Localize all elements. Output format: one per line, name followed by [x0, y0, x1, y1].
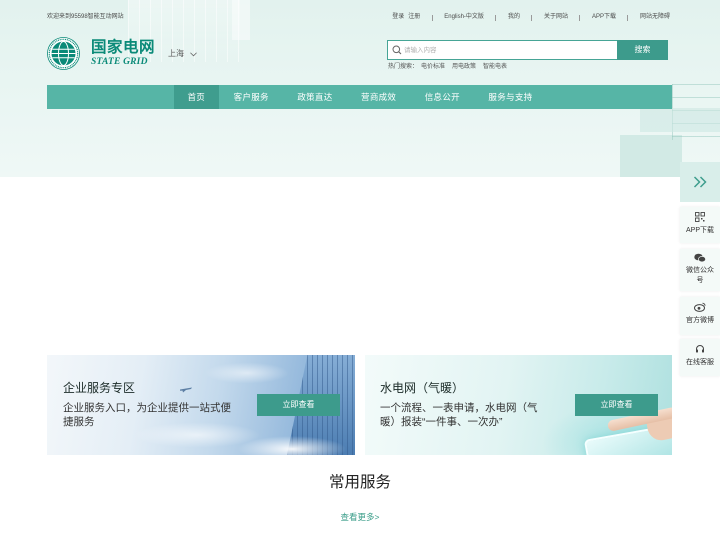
card-title: 企业服务专区: [63, 381, 136, 395]
welcome-text: 欢迎来到95598智能互动网站: [47, 14, 124, 20]
utility-connection-card[interactable]: 水电网（气暖） 一个流程、一表申请，水电网（气暖）报装“一件事、一次办” 立即查…: [365, 355, 672, 455]
about-site-link[interactable]: 关于网站: [544, 13, 568, 22]
side-item-label: APP下载: [685, 227, 714, 234]
qr-code-icon: [695, 212, 705, 222]
register-link[interactable]: 注册: [408, 13, 420, 22]
background-block-illustration: [640, 108, 720, 132]
hot-search-item[interactable]: 用电政策: [452, 63, 476, 71]
accessibility-link[interactable]: 网站无障碍: [640, 13, 670, 22]
city-label: 上海: [168, 49, 184, 58]
side-item-app-download[interactable]: APP下载: [680, 207, 720, 243]
double-chevron-right-icon: [693, 176, 707, 188]
card-description: 一个流程、一表申请，水电网（气暖）报装“一件事、一次办”: [380, 402, 538, 428]
airplane-icon: [180, 387, 192, 393]
search-icon: [392, 45, 402, 55]
wechat-icon: [694, 253, 706, 263]
nav-item-information-disclosure[interactable]: 信息公开: [411, 85, 473, 109]
nav-item-policy[interactable]: 政策直达: [284, 85, 346, 109]
search-input[interactable]: [404, 41, 609, 59]
card-title: 水电网（气暖）: [380, 381, 465, 395]
divider: [531, 14, 533, 21]
search-button[interactable]: 搜索: [617, 40, 668, 60]
nav-item-customer-service[interactable]: 客户服务: [220, 85, 282, 109]
top-links: 登录 注册 English-中文版 我的 关于网站 APP下载 网站无障碍: [392, 13, 670, 22]
logo-chinese-name: 国家电网: [91, 39, 156, 56]
my-account-link[interactable]: 我的: [508, 13, 520, 22]
top-bar: 欢迎来到95598智能互动网站 登录 注册 English-中文版 我的 关于网…: [0, 13, 720, 22]
side-item-label: 微信公众号: [686, 267, 714, 284]
state-grid-emblem-icon: [47, 37, 80, 70]
hot-searches: 热门搜索： 电价标准 用电政策 智能电表: [388, 63, 507, 71]
enterprise-service-card[interactable]: 企业服务专区 企业服务入口，为企业提供一站式便捷服务 立即查看: [47, 355, 355, 455]
city-selector[interactable]: 上海: [168, 49, 197, 59]
view-now-button[interactable]: 立即查看: [575, 394, 658, 416]
divider: [431, 14, 433, 21]
section-title-common-services: 常用服务: [328, 474, 391, 491]
language-switch-link[interactable]: English-中文版: [444, 13, 484, 22]
side-item-weibo[interactable]: 官方微博: [680, 297, 720, 335]
side-item-online-service[interactable]: 在线客服: [680, 339, 720, 376]
divider: [579, 14, 581, 21]
state-grid-logo[interactable]: 国家电网 STATE GRID: [47, 37, 159, 71]
logo-english-name: STATE GRID: [91, 57, 148, 67]
side-item-label: 官方微博: [686, 317, 714, 324]
main-nav: 首页 客户服务 政策直达 营商成效 信息公开 服务与支持: [47, 85, 672, 109]
divider: [627, 14, 629, 21]
headset-icon: [696, 345, 704, 353]
cloud-image: [217, 425, 355, 455]
app-download-link[interactable]: APP下载: [592, 13, 616, 22]
page: 欢迎来到95598智能互动网站 登录 注册 English-中文版 我的 关于网…: [0, 0, 720, 540]
nav-items: 首页 客户服务 政策直达 营商成效 信息公开 服务与支持: [174, 85, 547, 109]
divider: [495, 14, 497, 21]
nav-item-business-results[interactable]: 营商成效: [348, 85, 410, 109]
side-item-label: 在线客服: [686, 359, 714, 366]
background-block-illustration: [620, 135, 682, 177]
chevron-down-icon: [190, 51, 197, 56]
hot-search-label: 热门搜索：: [388, 64, 419, 70]
nav-item-service-support[interactable]: 服务与支持: [475, 85, 546, 109]
card-description: 企业服务入口，为企业提供一站式便捷服务: [63, 402, 231, 428]
side-toolbar: APP下载 微信公众号 官方微博 在线客服: [680, 162, 720, 376]
login-link[interactable]: 登录: [392, 13, 404, 22]
view-more-link[interactable]: 查看更多>: [310, 512, 410, 522]
side-toolbar-toggle[interactable]: [680, 162, 720, 202]
search-box: [387, 40, 618, 60]
view-now-button[interactable]: 立即查看: [257, 394, 340, 416]
hot-search-item[interactable]: 智能电表: [483, 63, 507, 71]
side-item-wechat[interactable]: 微信公众号: [680, 249, 720, 291]
hot-search-item[interactable]: 电价标准: [421, 63, 445, 71]
weibo-icon: [694, 302, 706, 312]
nav-item-home[interactable]: 首页: [174, 85, 219, 109]
